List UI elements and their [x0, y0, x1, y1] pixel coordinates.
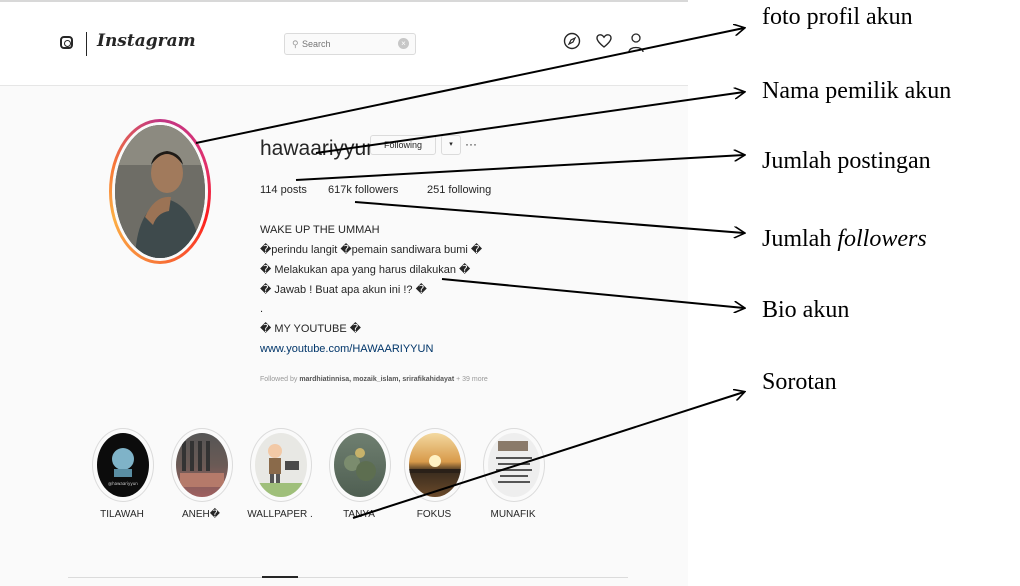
arrow-post-count	[295, 155, 744, 181]
arrow-bio	[441, 278, 744, 308]
annotation-highlights: Sorotan	[762, 369, 837, 395]
arrow-followers	[354, 201, 744, 233]
arrow-owner-name	[315, 92, 744, 154]
annotation-post-count: Jumlah postingan	[762, 148, 931, 174]
annotation-bio: Bio akun	[762, 297, 850, 323]
annotation-followers-prefix: Jumlah	[762, 226, 838, 252]
arrow-highlights	[352, 392, 744, 519]
annotation-followers-italic: followers	[837, 226, 927, 252]
annotation-profile-photo: foto profil akun	[762, 4, 913, 30]
annotation-owner-name: Nama pemilik akun	[762, 78, 952, 104]
arrow-profile-photo	[195, 28, 744, 144]
annotation-followers: Jumlah followers	[762, 226, 927, 253]
